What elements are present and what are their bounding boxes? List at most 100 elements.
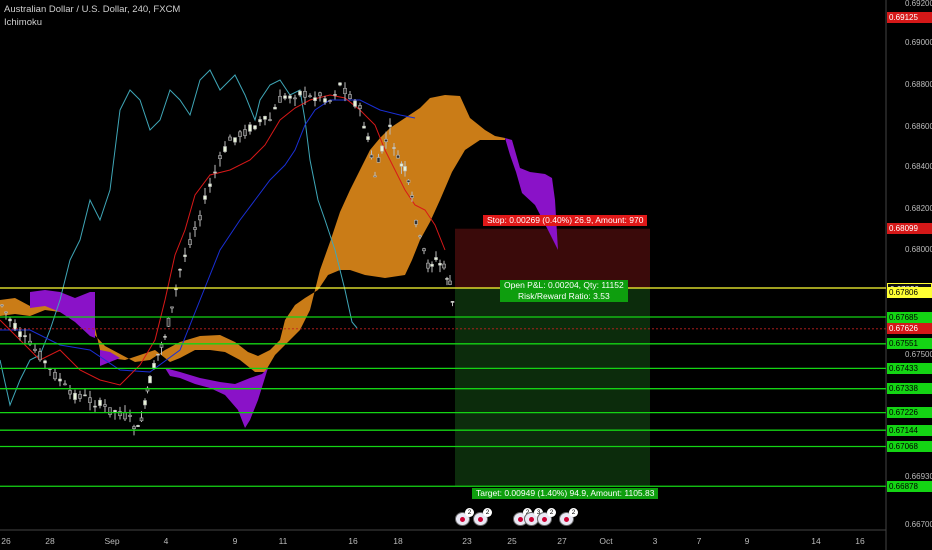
candle-body bbox=[78, 394, 82, 399]
candle-body bbox=[388, 124, 392, 127]
candle-body bbox=[108, 407, 112, 415]
candle-body bbox=[53, 372, 57, 380]
candle-body bbox=[208, 183, 212, 187]
event-marker[interactable]: 2 bbox=[473, 508, 492, 526]
candle-body bbox=[223, 146, 227, 152]
candle-body bbox=[58, 378, 62, 382]
candle-body bbox=[156, 353, 160, 356]
x-tick-23: 23 bbox=[462, 536, 472, 546]
candle-body bbox=[406, 179, 411, 183]
x-tick-4: 4 bbox=[164, 536, 169, 546]
candle-body bbox=[362, 125, 366, 129]
candle-body bbox=[243, 129, 247, 136]
candle-body bbox=[353, 100, 357, 107]
candle-body bbox=[450, 301, 455, 303]
indicator-label[interactable]: Ichimoku bbox=[4, 17, 42, 28]
candle-body bbox=[283, 95, 287, 99]
price-label-0.67144: 0.67144 bbox=[887, 424, 932, 436]
stop-annotation[interactable]: Stop: 0.00269 (0.40%) 26.9, Amount: 970 bbox=[483, 215, 648, 226]
candle-body bbox=[203, 195, 207, 200]
x-tick-Sep: Sep bbox=[104, 536, 119, 546]
candle-body bbox=[159, 344, 164, 348]
price-label-0.68099: 0.68099 bbox=[887, 223, 932, 235]
candle-body bbox=[418, 235, 422, 238]
candle-body bbox=[33, 348, 37, 351]
candle-body bbox=[445, 278, 449, 280]
candle-body bbox=[263, 115, 267, 120]
candle-body bbox=[333, 94, 337, 96]
y-tick-0.69200: 0.69200 bbox=[905, 0, 932, 8]
y-tick-0.68000: 0.68000 bbox=[905, 245, 932, 254]
event-count: 2 bbox=[569, 508, 578, 517]
event-count: 2 bbox=[547, 508, 556, 517]
x-tick-Oct: Oct bbox=[599, 536, 613, 546]
candle-body bbox=[438, 263, 442, 266]
candle-body bbox=[376, 157, 381, 163]
candle-body bbox=[166, 317, 171, 327]
x-tick-14: 14 bbox=[811, 536, 821, 546]
open-pl-annotation[interactable]: Open P&L: 0.00204, Qty: 11152 Risk/Rewar… bbox=[500, 280, 628, 302]
candle-body bbox=[403, 166, 407, 172]
target-zone bbox=[455, 288, 650, 487]
chart-title: Australian Dollar / U.S. Dollar, 240, FX… bbox=[4, 4, 181, 15]
candle-body bbox=[414, 219, 418, 225]
candle-body bbox=[410, 195, 414, 198]
candle-body bbox=[328, 100, 332, 102]
candle-body bbox=[308, 95, 312, 98]
candle-body bbox=[170, 306, 174, 309]
event-marker[interactable]: 2 bbox=[537, 508, 556, 526]
candle-body bbox=[268, 119, 272, 121]
price-label-0.67068: 0.67068 bbox=[887, 440, 932, 452]
candle-body bbox=[103, 404, 107, 407]
y-tick-0.68800: 0.68800 bbox=[905, 80, 932, 89]
y-tick-0.68400: 0.68400 bbox=[905, 162, 932, 171]
event-marker[interactable]: 2 bbox=[559, 508, 578, 526]
candle-body bbox=[396, 154, 400, 159]
candle-body bbox=[113, 410, 117, 413]
price-label-0.67433: 0.67433 bbox=[887, 362, 932, 374]
candle-body bbox=[73, 392, 77, 400]
candle-body bbox=[442, 263, 446, 269]
candle-body bbox=[273, 106, 277, 110]
candle-body bbox=[148, 376, 152, 384]
candle-body bbox=[392, 147, 396, 149]
chart-canvas[interactable]: 0.69200 0.69000 0.68800 0.68600 0.68400 0.682… bbox=[0, 0, 932, 550]
x-tick-3: 3 bbox=[653, 536, 658, 546]
x-tick-25: 25 bbox=[507, 536, 517, 546]
price-label-0.69125: 0.69125 bbox=[887, 12, 932, 24]
candle-body bbox=[298, 90, 302, 96]
price-label-0.67626: 0.67626 bbox=[887, 323, 932, 335]
x-tick-7: 7 bbox=[697, 536, 702, 546]
candle-body bbox=[380, 145, 384, 152]
candle-body bbox=[193, 227, 197, 230]
risk-reward-text: Risk/Reward Ratio: 3.53 bbox=[518, 291, 610, 301]
candle-body bbox=[303, 91, 307, 98]
candle-body bbox=[338, 82, 342, 86]
price-label-0.67338: 0.67338 bbox=[887, 383, 932, 395]
candle-body bbox=[228, 136, 232, 141]
x-tick-11: 11 bbox=[279, 536, 288, 546]
candle-body bbox=[258, 119, 262, 123]
candle-body bbox=[358, 105, 362, 109]
candle-body bbox=[0, 304, 4, 307]
candle-body bbox=[238, 131, 242, 137]
candle-body bbox=[183, 254, 187, 257]
candle-body bbox=[174, 288, 178, 291]
candle-body bbox=[163, 336, 167, 338]
x-tick-26: 26 bbox=[1, 536, 11, 546]
y-tick-0.68200: 0.68200 bbox=[905, 204, 932, 213]
price-label-0.66878: 0.66878 bbox=[887, 481, 932, 493]
candle-body bbox=[288, 95, 292, 99]
candle-body bbox=[98, 399, 102, 406]
candle-body bbox=[213, 171, 217, 174]
candle-body bbox=[426, 262, 430, 269]
x-tick-16: 16 bbox=[348, 536, 358, 546]
candle-body bbox=[93, 405, 97, 408]
target-annotation[interactable]: Target: 0.00949 (1.40%) 94.9, Amount: 11… bbox=[472, 488, 659, 499]
candle-body bbox=[4, 311, 8, 314]
candle-body bbox=[373, 175, 377, 178]
candle-body bbox=[88, 397, 92, 403]
candle-body bbox=[430, 263, 434, 267]
candle-body bbox=[278, 95, 282, 103]
event-marker[interactable]: 2 bbox=[455, 508, 474, 526]
